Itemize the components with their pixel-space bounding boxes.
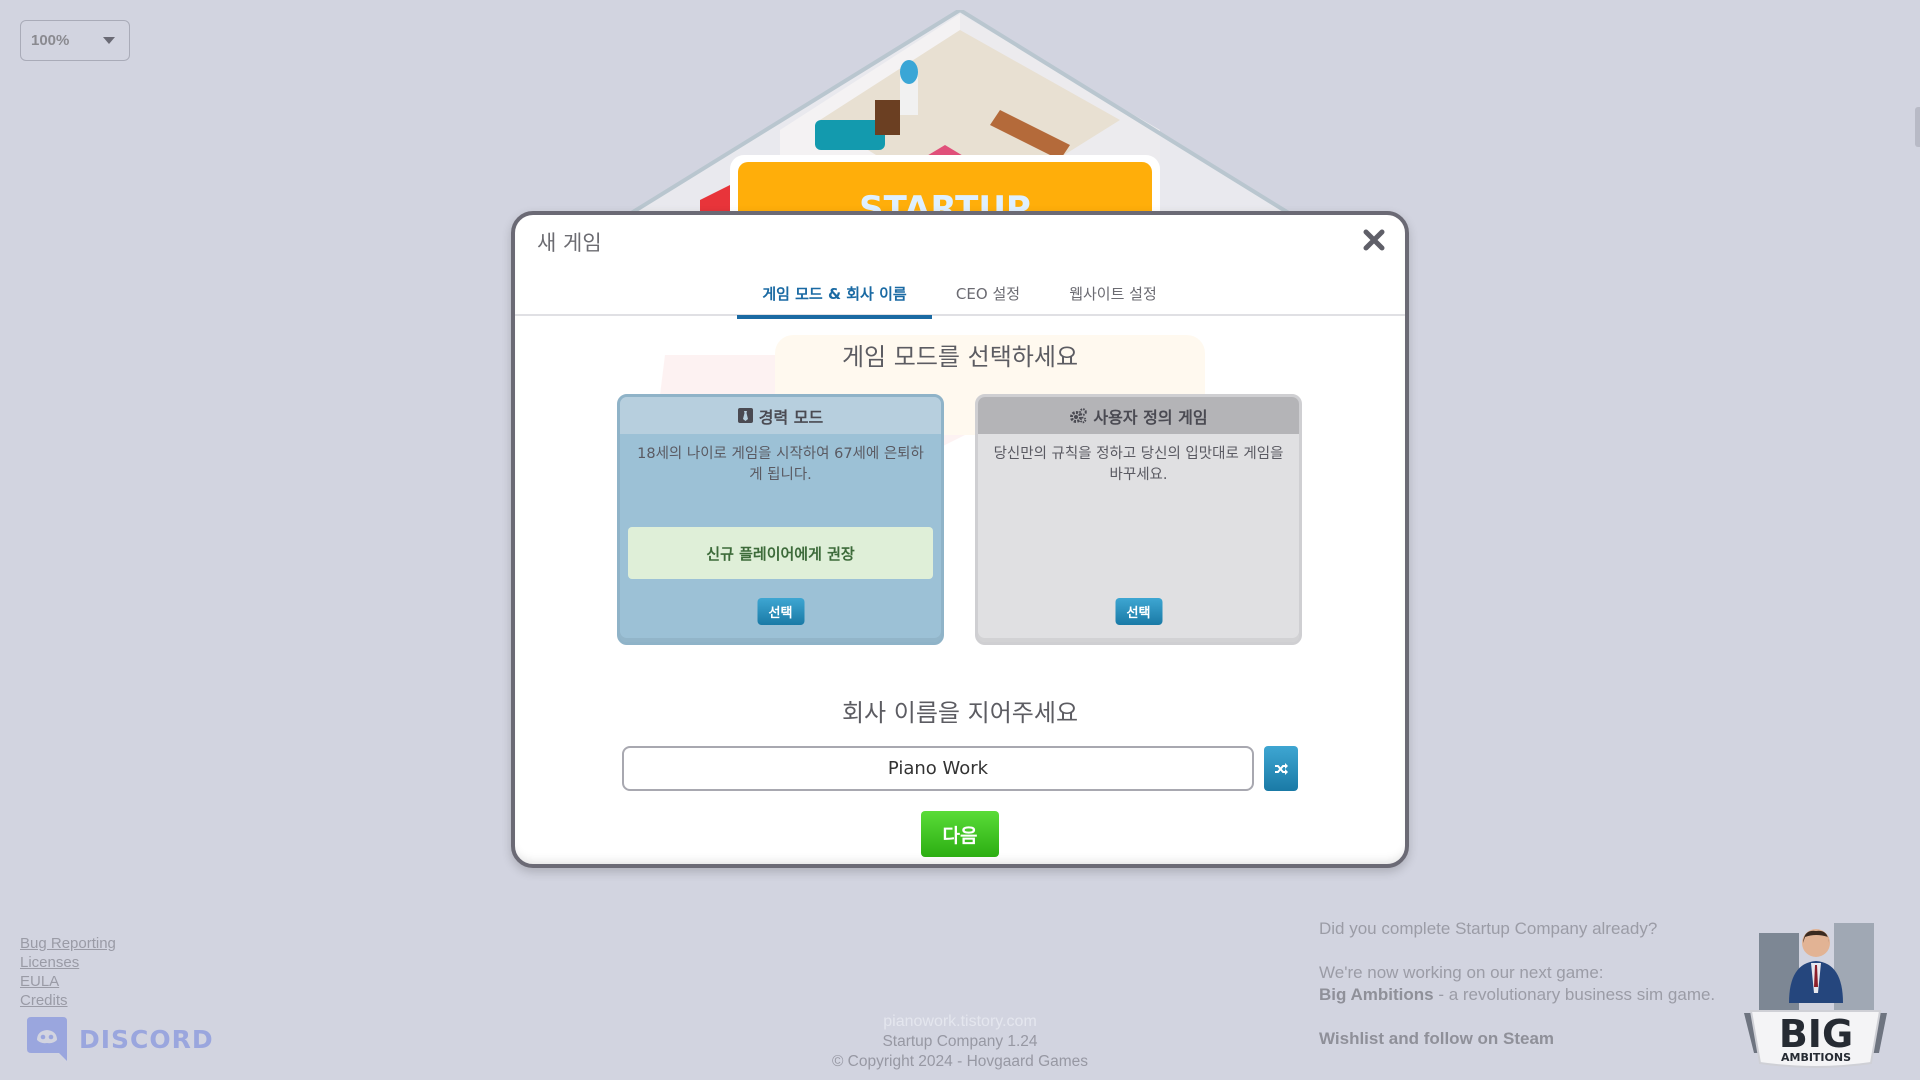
dialog-tabs: 게임 모드 & 회사 이름 CEO 설정 웹사이트 설정 [515, 271, 1405, 319]
chevron-down-icon [103, 37, 115, 44]
gears-icon [1070, 407, 1088, 423]
custom-game-header: 사용자 정의 게임 [978, 397, 1299, 434]
footer-links: Bug Reporting Licenses EULA Credits [20, 934, 116, 1010]
tab-ceo-settings[interactable]: CEO 설정 [955, 271, 1021, 316]
credits-link[interactable]: Credits [20, 991, 116, 1010]
close-button[interactable] [1361, 227, 1387, 253]
promo-question: Did you complete Startup Company already… [1319, 919, 1658, 938]
tie-icon [737, 408, 753, 423]
company-name-input[interactable] [622, 746, 1254, 791]
select-custom-game-button[interactable]: 선택 [1115, 598, 1162, 625]
tab-game-mode-company-name[interactable]: 게임 모드 & 회사 이름 [737, 271, 932, 319]
recommended-badge: 신규 플레이어에게 권장 [628, 527, 933, 579]
dialog-title: 새 게임 [537, 231, 602, 255]
select-career-mode-button[interactable]: 선택 [757, 598, 804, 625]
game-mode-heading: 게임 모드를 선택하세요 [841, 343, 1079, 371]
zoom-level-select[interactable]: 100% [20, 20, 130, 61]
career-mode-description: 18세의 나이로 게임을 시작하여 67세에 은퇴하게 됩니다. [637, 446, 924, 483]
career-mode-title: 경력 모드 [758, 407, 824, 427]
company-name-heading: 회사 이름을 지어주세요 [841, 699, 1079, 727]
career-mode-header: 경력 모드 [620, 397, 941, 434]
random-name-button[interactable] [1264, 746, 1298, 791]
bug-reporting-link[interactable]: Bug Reporting [20, 934, 116, 953]
custom-game-title: 사용자 정의 게임 [1093, 407, 1208, 427]
steam-wishlist-link[interactable]: Wishlist and follow on Steam [1319, 1028, 1715, 1050]
tab-website-settings[interactable]: 웹사이트 설정 [1063, 271, 1163, 316]
office-room-illustration: STARTUP [618, 10, 1302, 220]
promo-game-desc: - a revolutionary business sim game. [1433, 985, 1716, 1004]
promo-line1: We're now working on our next game: [1319, 963, 1604, 982]
promo-line2: Big Ambitions - a revolutionary business… [1319, 984, 1715, 1006]
shuffle-icon [1275, 762, 1288, 775]
new-game-dialog: 새 게임 게임 모드 & 회사 이름 CEO 설정 웹사이트 설정 게임 모드를… [511, 211, 1409, 868]
zoom-level-value: 100% [31, 32, 70, 49]
custom-game-card[interactable]: 사용자 정의 게임 당신만의 규칙을 정하고 당신의 입맛대로 게임을 바꾸세요… [975, 394, 1302, 645]
logo-ambitions-text: AMBITIONS [1781, 1051, 1851, 1064]
eula-link[interactable]: EULA [20, 972, 116, 991]
custom-game-description: 당신만의 규칙을 정하고 당신의 입맛대로 게임을 바꾸세요. [993, 446, 1284, 483]
big-ambitions-logo[interactable]: BIG AMBITIONS [1739, 903, 1892, 1068]
licenses-link[interactable]: Licenses [20, 953, 116, 972]
scrollbar-thumb[interactable] [1915, 107, 1920, 147]
career-mode-card[interactable]: 경력 모드 18세의 나이로 게임을 시작하여 67세에 은퇴하게 됩니다. 신… [617, 394, 944, 645]
promo-game-name: Big Ambitions [1319, 985, 1434, 1004]
copyright-text: © Copyright 2024 - Hovgaard Games [831, 1053, 1089, 1070]
next-button[interactable]: 다음 [921, 811, 999, 857]
big-ambitions-promo: Did you complete Startup Company already… [1319, 918, 1715, 1050]
logo-big-text: BIG [1779, 1012, 1853, 1056]
close-icon [1363, 229, 1385, 251]
